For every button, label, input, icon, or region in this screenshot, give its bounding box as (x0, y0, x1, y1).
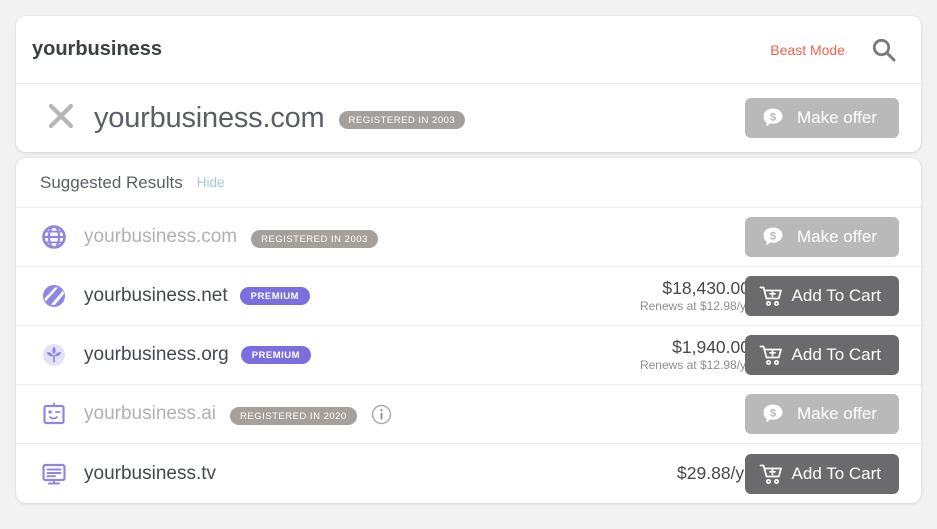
svg-text:$: $ (770, 408, 776, 420)
price-block: $18,430.00 Renews at $12.98/yr (640, 278, 750, 314)
result-domain-name: yourbusiness.tv (84, 462, 217, 484)
result-row-left: yourbusiness.org PREMIUM (40, 341, 640, 369)
result-domain-name: yourbusiness.net (84, 285, 228, 306)
suggested-results-header: Suggested Results Hide (16, 158, 921, 208)
beast-mode-link[interactable]: Beast Mode (770, 42, 845, 58)
result-row-left: yourbusiness.net PREMIUM (40, 282, 640, 310)
dollar-speech-bubble-icon: $ (761, 106, 785, 130)
list-item[interactable]: yourbusiness.org PREMIUM $1,940.00 Renew… (16, 326, 921, 385)
add-to-cart-button[interactable]: Add To Cart (744, 453, 899, 494)
primary-result-row: yourbusiness.com REGISTERED IN 2003 $ Ma… (16, 84, 921, 152)
result-row-left: yourbusiness.com REGISTERED IN 2003 (40, 223, 766, 251)
search-input[interactable] (32, 38, 771, 61)
cart-plus-icon (759, 463, 783, 485)
add-to-cart-label: Add To Cart (791, 345, 881, 364)
dollar-speech-bubble-icon: $ (761, 225, 785, 249)
list-item[interactable]: yourbusiness.net PREMIUM $18,430.00 Rene… (16, 267, 921, 326)
globe-icon (40, 223, 68, 251)
price-amount: $1,940.00 (672, 337, 750, 358)
result-row-left: yourbusiness.tv (40, 460, 677, 488)
dollar-speech-bubble-icon: $ (761, 402, 785, 426)
close-x-icon[interactable] (46, 101, 94, 136)
primary-domain-name: yourbusiness.com (94, 101, 325, 134)
result-action-slot: Add To Cart (744, 276, 899, 316)
make-offer-button[interactable]: $ Make offer (744, 217, 899, 257)
hide-link[interactable]: Hide (197, 175, 225, 190)
primary-result-left: yourbusiness.com REGISTERED IN 2003 (46, 101, 745, 136)
television-icon (40, 460, 68, 488)
add-to-cart-button[interactable]: Add To Cart (744, 276, 899, 316)
make-offer-label: Make offer (796, 227, 877, 246)
svg-text:$: $ (770, 112, 776, 124)
status-badge: REGISTERED IN 2003 (251, 229, 378, 249)
status-badge: REGISTERED IN 2003 (338, 110, 466, 130)
add-to-cart-button[interactable]: Add To Cart (744, 335, 899, 375)
make-offer-label: Make offer (796, 108, 877, 127)
add-to-cart-label: Add To Cart (791, 463, 881, 483)
premium-badge: PREMIUM (239, 286, 311, 306)
premium-badge: PREMIUM (240, 345, 312, 365)
result-action-slot: Add To Cart (744, 453, 899, 494)
renewal-price: Renews at $12.98/yr (639, 358, 750, 373)
svg-text:$: $ (770, 231, 776, 243)
price-amount: $18,430.00 (662, 278, 750, 299)
suggested-results-card: Suggested Results Hide yourbusiness.com … (16, 158, 921, 503)
result-action-slot: Add To Cart (744, 335, 899, 375)
net-swirl-icon (40, 282, 68, 310)
list-item[interactable]: yourbusiness.ai REGISTERED IN 2020 $ Mak… (16, 385, 921, 444)
make-offer-button[interactable]: $ Make offer (744, 98, 899, 138)
result-domain-name: yourbusiness.com (84, 226, 238, 247)
list-item[interactable]: yourbusiness.com REGISTERED IN 2003 $ Ma… (16, 208, 921, 267)
cart-plus-icon (759, 285, 783, 307)
list-item[interactable]: yourbusiness.tv $29.88/yr Add To Cart (16, 444, 921, 503)
cart-plus-icon (759, 344, 783, 366)
result-action-slot: $ Make offer (744, 217, 899, 257)
info-icon[interactable] (371, 404, 392, 425)
make-offer-button[interactable]: $ Make offer (744, 394, 899, 434)
status-badge: REGISTERED IN 2020 (230, 406, 357, 426)
renewal-price: Renews at $12.98/yr (639, 299, 750, 314)
search-card: Beast Mode yourbusiness.com REGISTERED I… (16, 16, 921, 152)
search-bar: Beast Mode (16, 16, 921, 84)
robot-face-icon (40, 400, 68, 428)
lotus-flower-icon (40, 341, 68, 369)
make-offer-label: Make offer (796, 404, 877, 423)
result-action-slot: $ Make offer (744, 394, 899, 434)
result-domain-name: yourbusiness.ai (84, 403, 217, 424)
price-block: $1,940.00 Renews at $12.98/yr (640, 337, 750, 373)
price-block: $29.88/yr (677, 463, 750, 483)
domain-search-page: Beast Mode yourbusiness.com REGISTERED I… (0, 0, 937, 529)
suggested-results-title: Suggested Results (40, 172, 183, 192)
result-row-left: yourbusiness.ai REGISTERED IN 2020 (40, 400, 766, 428)
search-icon[interactable] (871, 37, 897, 63)
result-domain-name: yourbusiness.org (84, 344, 229, 365)
price-amount: $29.88/yr (677, 463, 750, 484)
add-to-cart-label: Add To Cart (791, 286, 881, 305)
